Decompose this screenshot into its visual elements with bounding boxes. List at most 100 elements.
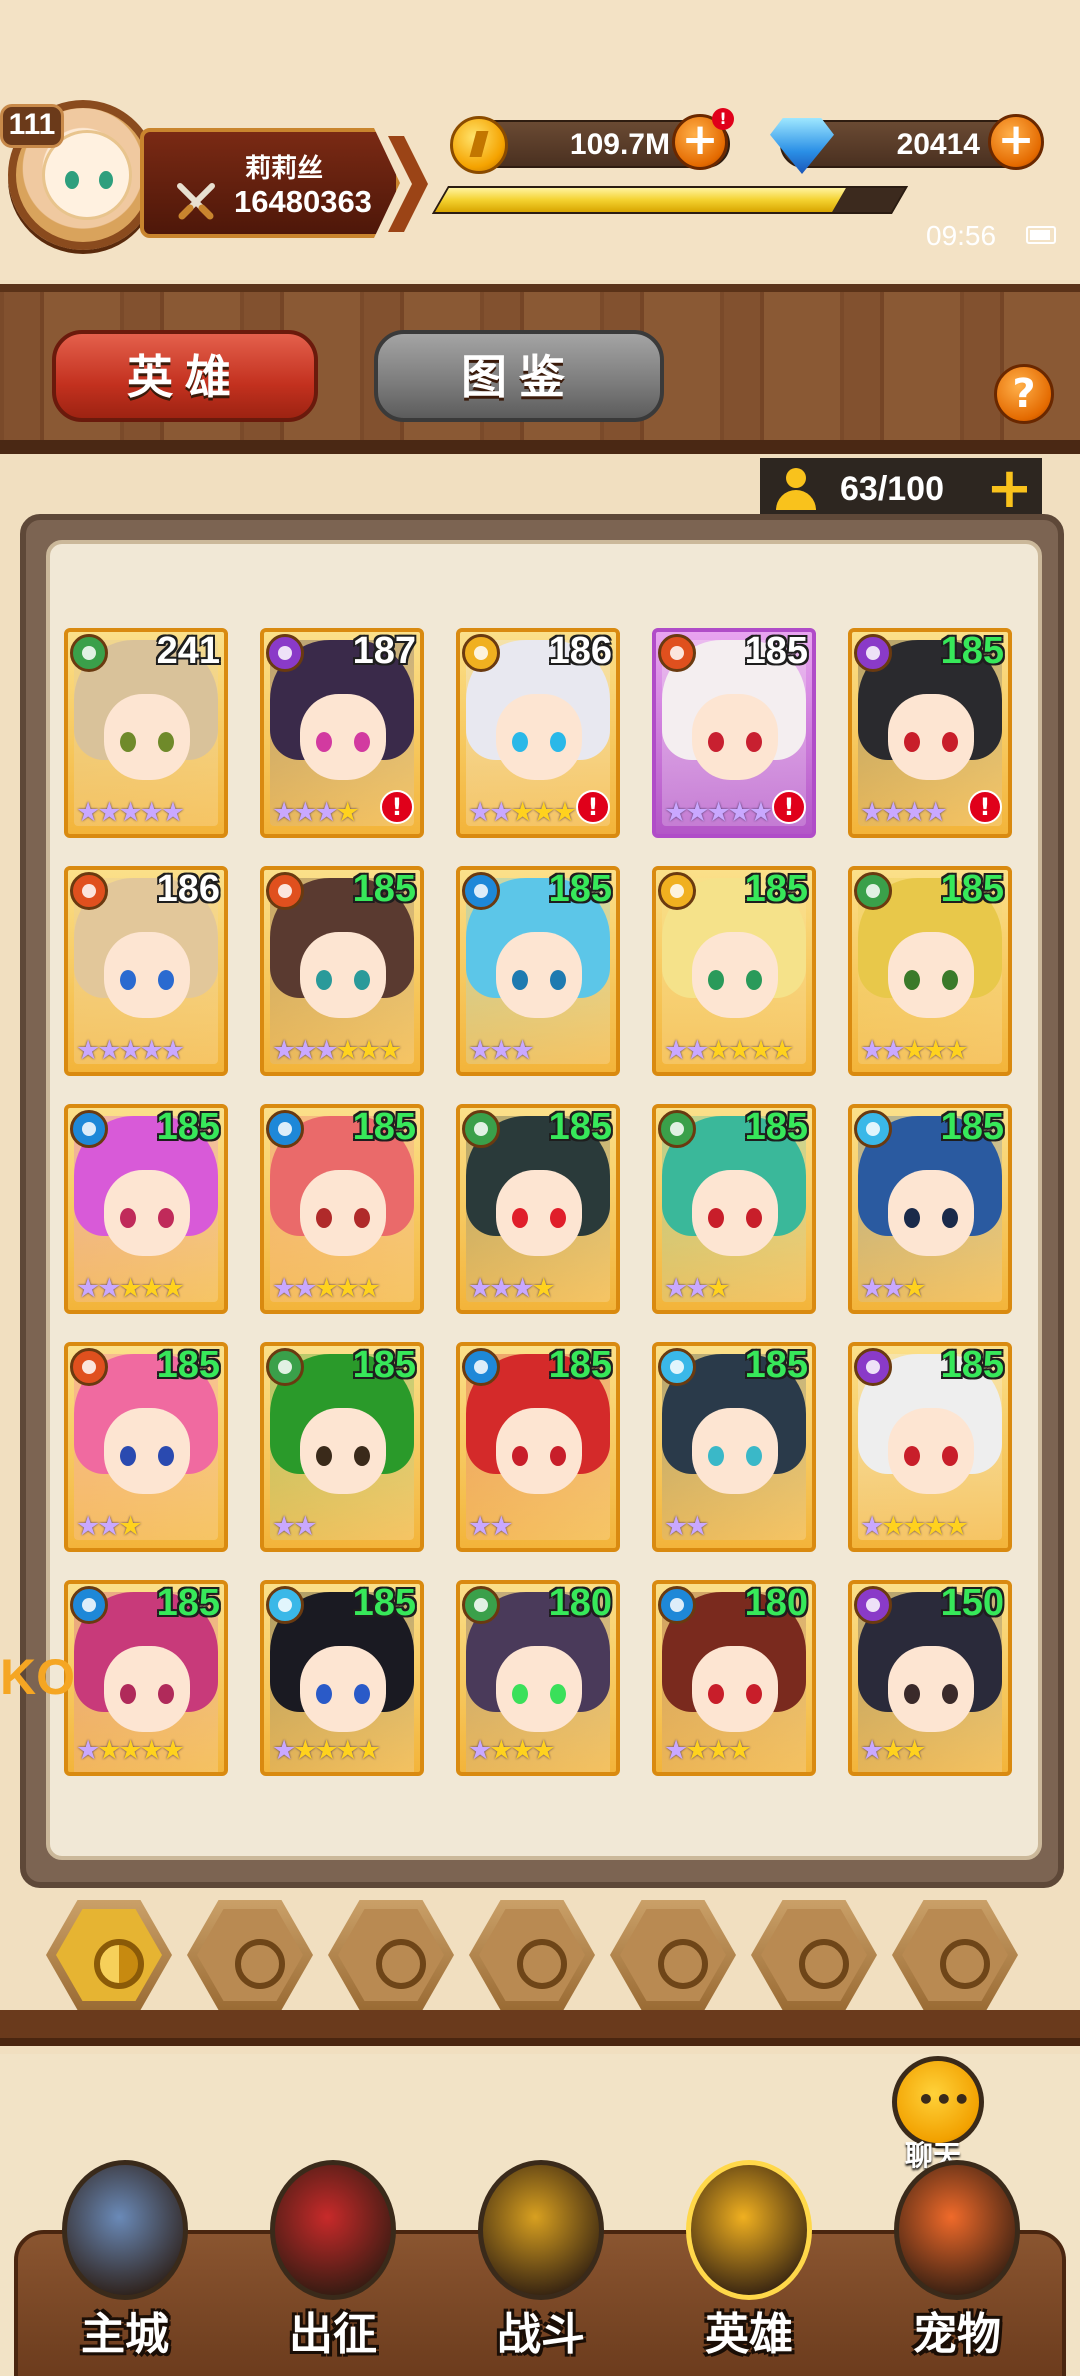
- purple-star-icon: ★: [881, 797, 905, 828]
- nav-item-0[interactable]: 主城: [40, 2160, 210, 2376]
- hero-card[interactable]: 185 ★★★★★!: [652, 628, 816, 838]
- hero-card[interactable]: 185 ★★★★★: [848, 866, 1012, 1076]
- hero-level: 185: [744, 630, 808, 672]
- nav-label: 宠物: [913, 2309, 1001, 2360]
- upgrade-alert-icon: !: [772, 790, 806, 824]
- wood-element-icon: [266, 1348, 304, 1386]
- hero-card[interactable]: 180 ★★★★: [456, 1580, 620, 1776]
- water-element-icon: [70, 1586, 108, 1624]
- hero-card[interactable]: 185 ★★★★★: [260, 1104, 424, 1314]
- hero-eye: [708, 970, 724, 990]
- purple-star-icon: ★: [76, 1511, 100, 1542]
- hero-grid[interactable]: 241 ★★★★★ 187 ★★★★! 186 ★★★★★! 185 ★★★★★! 185 ★★★…: [46, 540, 1042, 1860]
- hero-card[interactable]: 185 ★★★★!: [848, 628, 1012, 838]
- hero-eye: [120, 1684, 136, 1704]
- hero-eye: [550, 1208, 566, 1228]
- filter-dark-button[interactable]: [751, 1900, 877, 2010]
- hero-card[interactable]: 185 ★★★★★: [848, 1342, 1012, 1552]
- hero-eye: [120, 1446, 136, 1466]
- hero-card[interactable]: 185 ★★★★: [456, 1104, 620, 1314]
- hero-card[interactable]: 185 ★★★★★★: [652, 866, 816, 1076]
- hero-card[interactable]: 185 ★★: [260, 1342, 424, 1552]
- nav-item-2[interactable]: 战斗: [456, 2160, 626, 2376]
- hero-card[interactable]: 241 ★★★★★: [64, 628, 228, 838]
- filter-ice-button[interactable]: [328, 1900, 454, 2010]
- wood-filter-icon: [658, 1939, 708, 1989]
- nav-label: 主城: [81, 2309, 169, 2360]
- help-button[interactable]: ?: [994, 364, 1054, 424]
- tab-heroes[interactable]: 英雄: [52, 330, 318, 422]
- filter-light-button[interactable]: [892, 1900, 1018, 2010]
- hero-face: [692, 1408, 778, 1494]
- hero-face: [104, 932, 190, 1018]
- hero-level: 185: [548, 868, 612, 910]
- hero-card[interactable]: 185 ★★★★★: [260, 1580, 424, 1776]
- filter-water-button[interactable]: [469, 1900, 595, 2010]
- purple-star-icon: ★: [860, 1735, 884, 1766]
- hero-level: 180: [548, 1582, 612, 1624]
- nav-item-3[interactable]: 英雄: [664, 2160, 834, 2376]
- filter-fire-button[interactable]: [187, 1900, 313, 2010]
- upgrade-alert-icon: !: [380, 790, 414, 824]
- gold-star-icon: ★: [160, 1273, 185, 1304]
- hero-card[interactable]: 150 ★★★: [848, 1580, 1012, 1776]
- hero-card[interactable]: 185 ★★★: [652, 1104, 816, 1314]
- hero-face: [300, 932, 386, 1018]
- hero-face: [692, 1646, 778, 1732]
- filter-hex-core: [620, 1909, 726, 2001]
- purple-star-icon: ★: [860, 797, 884, 828]
- tab-gallery[interactable]: 图鉴: [374, 330, 664, 422]
- hero-eye: [354, 1684, 370, 1704]
- filter-wood-button[interactable]: [610, 1900, 736, 2010]
- hero-card[interactable]: 185 ★★★: [848, 1104, 1012, 1314]
- gold-star-icon: ★: [902, 1035, 926, 1066]
- wood-element-icon: [854, 872, 892, 910]
- fire-element-icon: [70, 1348, 108, 1386]
- purple-star-icon: ★: [272, 1035, 296, 1066]
- water-element-icon: [462, 1348, 500, 1386]
- hero-card[interactable]: 185 ★★: [652, 1342, 816, 1552]
- hero-star-rating: ★★★★★: [76, 797, 185, 828]
- gold-star-icon: ★: [489, 1735, 513, 1766]
- hero-card[interactable]: 185 ★★: [456, 1342, 620, 1552]
- hero-level: 185: [156, 1106, 220, 1148]
- filter-hex-core: [197, 1909, 303, 2001]
- hero-card[interactable]: 186 ★★★★★!: [456, 628, 620, 838]
- hero-card[interactable]: 185 ★★★★★★: [260, 866, 424, 1076]
- hero-card[interactable]: 185 ★★★: [64, 1342, 228, 1552]
- hero-eye: [746, 1208, 762, 1228]
- hero-eye: [746, 732, 762, 752]
- dragon-pet-icon: [894, 2160, 1020, 2300]
- hero-card[interactable]: 186 ★★★★★: [64, 866, 228, 1076]
- gold-star-icon: ★: [706, 1735, 730, 1766]
- crossed-swords-icon: [177, 183, 215, 220]
- hero-star-rating: ★★★: [468, 1035, 535, 1066]
- gold-star-icon: ★: [727, 1735, 752, 1766]
- purple-star-icon: ★: [685, 797, 709, 828]
- expand-capacity-button[interactable]: +: [986, 456, 1033, 521]
- water-filter-icon: [517, 1939, 567, 1989]
- purple-star-icon: ★: [860, 1273, 884, 1304]
- ice-element-icon: [854, 1110, 892, 1148]
- hero-eye: [354, 1446, 370, 1466]
- hero-level: 185: [744, 1106, 808, 1148]
- nav-item-1[interactable]: 出征: [248, 2160, 418, 2376]
- wood-element-icon: [658, 1110, 696, 1148]
- ice-element-icon: [658, 1348, 696, 1386]
- hero-star-rating: ★★★★★: [76, 1035, 185, 1066]
- hero-level: 185: [940, 1344, 1004, 1386]
- gold-star-icon: ★: [552, 797, 577, 828]
- hero-card[interactable]: 185 ★★★★★: [64, 1580, 228, 1776]
- hero-card[interactable]: 185 ★★★: [456, 866, 620, 1076]
- hero-face: [692, 932, 778, 1018]
- hero-face: [104, 1170, 190, 1256]
- nav-item-4[interactable]: 宠物: [872, 2160, 1042, 2376]
- avatar-eye-left: [65, 171, 79, 189]
- filter-all-elements-button[interactable]: [46, 1900, 172, 2010]
- hero-card[interactable]: 187 ★★★★!: [260, 628, 424, 838]
- hero-card[interactable]: 185 ★★★★★: [64, 1104, 228, 1314]
- hero-face: [300, 1408, 386, 1494]
- side-event-tab[interactable]: KO: [0, 1648, 75, 1708]
- hero-card[interactable]: 180 ★★★★: [652, 1580, 816, 1776]
- add-gems-button[interactable]: +: [988, 114, 1044, 170]
